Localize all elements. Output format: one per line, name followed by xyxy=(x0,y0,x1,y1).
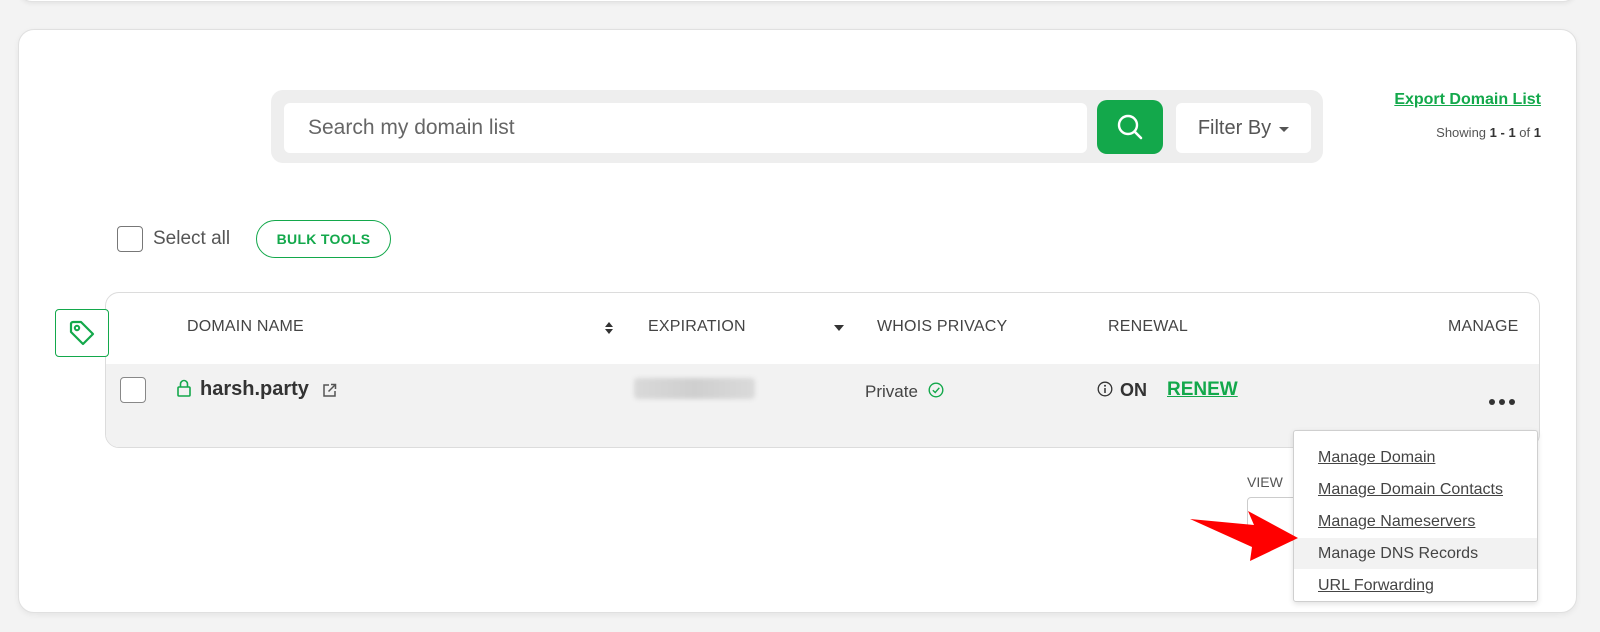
row-checkbox[interactable] xyxy=(120,377,146,403)
top-card xyxy=(18,0,1577,2)
domain-name-link[interactable]: harsh.party xyxy=(200,378,309,401)
bulk-tools-button[interactable]: BULK TOOLS xyxy=(256,220,391,258)
annotation-arrow xyxy=(1190,511,1298,561)
more-dot xyxy=(1489,399,1495,405)
whois-privacy-status: Private xyxy=(865,382,918,401)
caret-down-icon xyxy=(1279,127,1290,132)
menu-item-manage-dns-records[interactable]: Manage DNS Records xyxy=(1294,538,1537,569)
column-domain-name[interactable]: DOMAIN NAME xyxy=(187,318,304,336)
select-all-checkbox[interactable] xyxy=(117,226,143,252)
column-renewal: RENEWAL xyxy=(1108,318,1188,335)
export-domain-list-link[interactable]: Export Domain List xyxy=(1394,91,1541,109)
column-manage: MANAGE xyxy=(1448,318,1519,335)
tag-button[interactable] xyxy=(55,309,109,357)
manage-menu: Manage Domain Manage Domain Contacts Man… xyxy=(1293,430,1538,602)
more-dot xyxy=(1509,399,1515,405)
showing-count: Showing 1 - 1 of 1 xyxy=(1436,125,1541,140)
more-dot xyxy=(1499,399,1505,405)
column-expiration[interactable]: EXPIRATION xyxy=(648,318,746,336)
search-button[interactable] xyxy=(1097,100,1163,154)
menu-item-manage-domain[interactable]: Manage Domain xyxy=(1294,442,1537,473)
filter-by-dropdown[interactable]: Filter By xyxy=(1176,103,1311,153)
search-input[interactable] xyxy=(284,103,1087,153)
check-circle-icon xyxy=(928,382,944,398)
lock-icon xyxy=(177,379,191,397)
renew-link[interactable]: RENEW xyxy=(1167,379,1238,401)
menu-item-manage-domain-contacts[interactable]: Manage Domain Contacts xyxy=(1294,474,1537,505)
menu-item-url-forwarding[interactable]: URL Forwarding xyxy=(1294,570,1537,601)
external-link-icon[interactable] xyxy=(322,383,337,398)
renewal-status: ON xyxy=(1120,380,1147,400)
sort-down-icon[interactable] xyxy=(834,325,844,332)
view-label: VIEW xyxy=(1247,474,1283,490)
filter-by-label: Filter By xyxy=(1197,116,1272,139)
search-icon xyxy=(1117,114,1143,140)
tag-icon xyxy=(69,320,95,346)
column-whois-privacy: WHOIS PRIVACY xyxy=(877,318,1008,335)
select-all-label: Select all xyxy=(153,228,231,249)
menu-item-manage-nameservers[interactable]: Manage Nameservers xyxy=(1294,506,1537,537)
more-icon[interactable] xyxy=(1486,393,1518,411)
sort-both-icon[interactable] xyxy=(604,321,614,335)
info-icon[interactable] xyxy=(1097,381,1113,397)
expiration-date-redacted xyxy=(634,378,755,399)
